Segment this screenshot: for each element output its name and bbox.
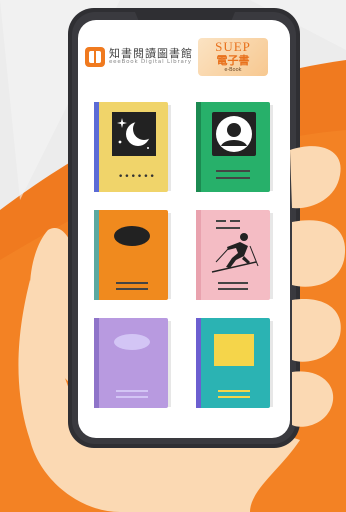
- book-skier[interactable]: [196, 210, 273, 300]
- ebook-badge-caption: e-Book: [224, 67, 242, 73]
- rectangle-shape: [214, 334, 254, 366]
- book-dots: ••••••: [118, 172, 156, 182]
- ebook-badge[interactable]: SUEP 電子書 e-Book: [198, 38, 268, 76]
- book-oval[interactable]: [94, 210, 171, 300]
- user-icon: [212, 112, 256, 156]
- phone-screen: 知書閱讀圖書館 eeeBook Digital Library SUEP 電子書…: [78, 20, 290, 438]
- oval-shape: [114, 226, 150, 246]
- book-teal[interactable]: [196, 318, 273, 408]
- brand-subtitle: eeeBook Digital Library: [109, 59, 192, 65]
- moon-icon: [112, 112, 156, 156]
- book-profile[interactable]: [196, 102, 273, 192]
- oval-shape: [114, 334, 150, 350]
- skier-icon: [211, 233, 259, 273]
- book-purple[interactable]: [94, 318, 171, 408]
- ebook-badge-subtitle: 電子書: [216, 54, 250, 67]
- library-logo-icon: [85, 47, 105, 67]
- app-header: 知書閱讀圖書館 eeeBook Digital Library SUEP 電子書…: [78, 20, 290, 82]
- book-moon[interactable]: ••••••: [94, 102, 171, 192]
